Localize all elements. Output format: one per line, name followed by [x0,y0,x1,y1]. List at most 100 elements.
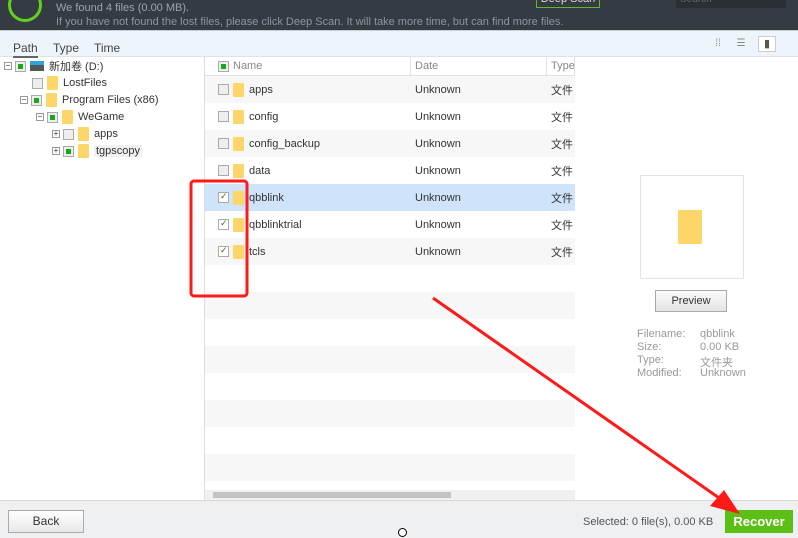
filename-value: qbblink [700,328,735,340]
found-text: We found 4 files (0.00 MB). [56,2,190,14]
file-date: Unknown [415,245,461,258]
expand-icon[interactable]: + [52,147,60,155]
collapse-icon[interactable]: − [20,96,28,104]
column-divider[interactable] [410,57,411,76]
file-date: Unknown [415,137,461,150]
empty-row [205,373,575,400]
empty-row [205,427,575,454]
table-row[interactable]: tcls Unknown 文件 [205,238,575,265]
checkbox[interactable] [63,145,74,157]
column-type[interactable]: Type [551,60,575,72]
filename-label: Filename: [637,328,686,340]
row-checkbox[interactable] [218,245,229,257]
tab-type[interactable]: Type [53,41,79,55]
tree-label: tgpscopy [94,145,143,157]
tree-label: Program Files (x86) [62,94,159,106]
checkbox[interactable] [15,60,26,72]
tab-time[interactable]: Time [94,41,120,55]
checkbox[interactable] [31,94,42,106]
column-date[interactable]: Date [415,60,438,72]
folder-tree: − 新加卷 (D:) LostFiles − Program Files (x86)… [0,57,205,500]
file-type: 文件 [551,165,573,178]
tab-path[interactable]: Path [13,41,38,58]
table-row[interactable]: apps Unknown 文件 [205,76,575,103]
preview-thumbnail [640,175,744,279]
file-name: qbblinktrial [249,218,302,231]
scrollbar-thumb[interactable] [213,492,451,498]
recover-button[interactable]: Recover [725,510,793,533]
back-button[interactable]: Back [8,510,84,533]
file-list: Name Date Type apps Unknown 文件 config Unknow… [205,57,575,508]
tree-node-program-files[interactable]: − Program Files (x86) [20,92,159,108]
hint-text: If you have not found the lost files, pl… [56,16,564,28]
folder-icon [233,163,244,178]
file-date: Unknown [415,164,461,177]
selected-status: Selected: 0 file(s), 0.00 KB [583,516,714,528]
file-type: 文件 [551,192,573,205]
row-checkbox[interactable] [218,165,229,176]
list-header: Name Date Type [205,57,575,76]
file-name: tcls [249,245,266,258]
collapse-icon[interactable]: − [36,113,44,121]
file-date: Unknown [415,191,461,204]
empty-row [205,400,575,427]
deep-scan-button[interactable]: Deep Scan [536,0,600,8]
file-type: 文件 [551,219,573,232]
cursor-icon [398,528,407,537]
table-row[interactable]: config_backup Unknown 文件 [205,130,575,157]
row-checkbox[interactable] [218,111,229,122]
tree-label: LostFiles [63,77,108,89]
tree-label: WeGame [78,111,125,123]
folder-icon [678,210,702,244]
table-row[interactable]: config Unknown 文件 [205,103,575,130]
list-view-icon[interactable]: ☰ [733,37,749,51]
table-row[interactable]: qbblinktrial Unknown 文件 [205,211,575,238]
toolbar: Path Type Time ⁞⁞ ☰ ▮ [0,30,798,58]
checkbox[interactable] [47,111,58,123]
expand-icon[interactable]: + [52,130,60,138]
grid-view-icon[interactable]: ⁞⁞ [710,37,726,51]
file-date: Unknown [415,83,461,96]
tree-node-apps[interactable]: + apps [52,126,118,142]
empty-row [205,265,575,292]
header: We found 4 files (0.00 MB). If you have … [0,0,798,30]
tree-node-drive[interactable]: − 新加卷 (D:) [4,58,103,74]
empty-row [205,319,575,346]
tree-node-tgpscopy[interactable]: + tgpscopy [52,143,143,159]
size-label: Size: [637,341,662,353]
logo-icon [8,0,42,22]
tree-node-lostfiles[interactable]: LostFiles [32,75,107,91]
modified-value: Unknown [700,367,746,379]
column-divider[interactable] [546,57,547,76]
preview-pane: Preview Filename: qbblink Size: 0.00 KB … [575,57,798,500]
file-name: qbblink [249,191,284,204]
checkbox[interactable] [32,77,43,89]
bottom-bar: Back Selected: 0 file(s), 0.00 KB Recove… [0,500,798,538]
row-checkbox[interactable] [218,84,229,95]
tree-node-wegame[interactable]: − WeGame [36,109,124,125]
preview-view-icon[interactable]: ▮ [758,36,776,52]
table-row[interactable]: data Unknown 文件 [205,157,575,184]
folder-icon [78,127,89,141]
modified-label: Modified: [637,367,682,379]
folder-icon [78,144,89,158]
file-type: 文件 [551,111,573,124]
folder-icon [233,244,244,259]
column-name[interactable]: Name [233,60,262,72]
row-checkbox[interactable] [218,138,229,149]
table-row[interactable]: qbblink Unknown 文件 [205,184,575,211]
row-checkbox[interactable] [218,191,229,203]
horizontal-scrollbar[interactable] [205,490,575,500]
list-rows: apps Unknown 文件 config Unknown 文件 config_backu… [205,76,575,508]
preview-button[interactable]: Preview [655,290,727,312]
search-input[interactable]: Search [676,0,786,8]
size-value: 0.00 KB [700,341,740,353]
row-checkbox[interactable] [218,218,229,230]
checkbox[interactable] [63,128,74,140]
select-all-checkbox[interactable] [218,61,229,72]
folder-icon [233,109,244,124]
folder-icon [233,82,244,97]
folder-icon [47,76,58,90]
file-type: 文件 [551,246,573,259]
collapse-icon[interactable]: − [4,62,12,70]
